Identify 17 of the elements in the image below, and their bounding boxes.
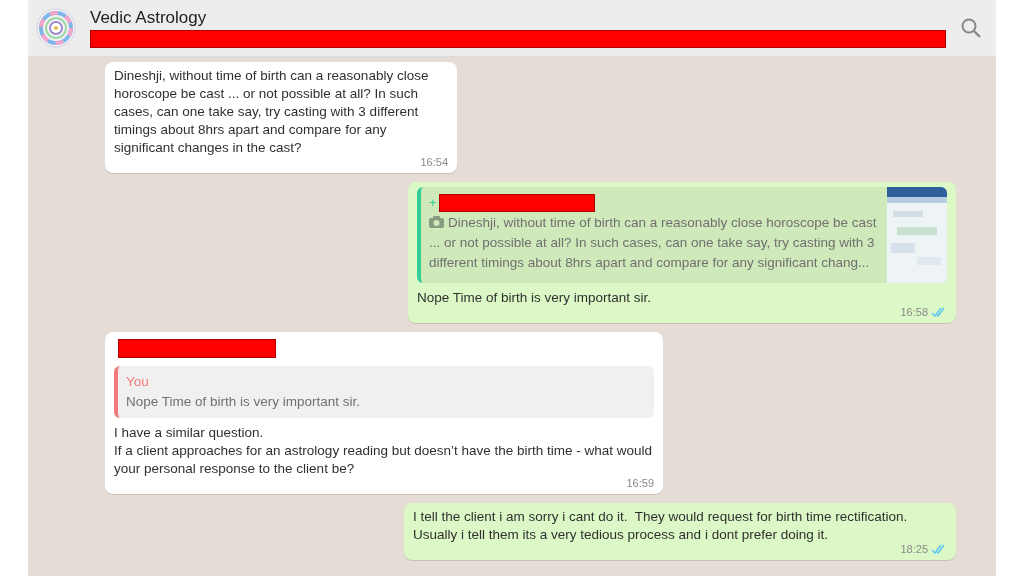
- message-text: I tell the client i am sorry i cant do it. They would request for birth time rectification. Usually i tell them its a very tedious process and i dont prefer doing it.: [413, 508, 909, 544]
- quoted-text: Dineshji, without time of birth can a reasonably close horoscope be cast ... or not possible at all? In such cases, can one take say, try casting with 3 different timings about 8hrs apart and compare for any significant chang...: [429, 214, 878, 272]
- quoted-text: Nope Time of birth is very important sir.: [126, 393, 362, 411]
- quoted-message[interactable]: You Nope Time of birth is very important sir.: [114, 366, 654, 418]
- message-text: Dineshji, without time of birth can a reasonably close horoscope be cast ... or not possible at all? In such cases, can one take say, try casting with 3 different timings about 8hrs apart and compare for any significant changes in the cast?: [114, 67, 430, 157]
- message-text: Nope Time of birth is very important sir.: [417, 289, 653, 307]
- search-icon[interactable]: [960, 17, 982, 39]
- sender-prefix: +: [429, 194, 437, 212]
- avatar-icon[interactable]: [36, 8, 76, 48]
- message-time: 18:25: [900, 543, 928, 556]
- message-text: I have a similar question. If a client approaches for an astrology reading but doesn’t have the birth time - what would your personal response to the client be?: [114, 424, 654, 478]
- message-time: 16:59: [626, 477, 654, 490]
- quoted-message[interactable]: [417, 187, 947, 283]
- message-time: 16:58: [900, 306, 928, 319]
- quoted-sender: You: [126, 373, 150, 391]
- message-time: 16:54: [420, 156, 448, 169]
- chat-title: Vedic Astrology: [90, 8, 208, 28]
